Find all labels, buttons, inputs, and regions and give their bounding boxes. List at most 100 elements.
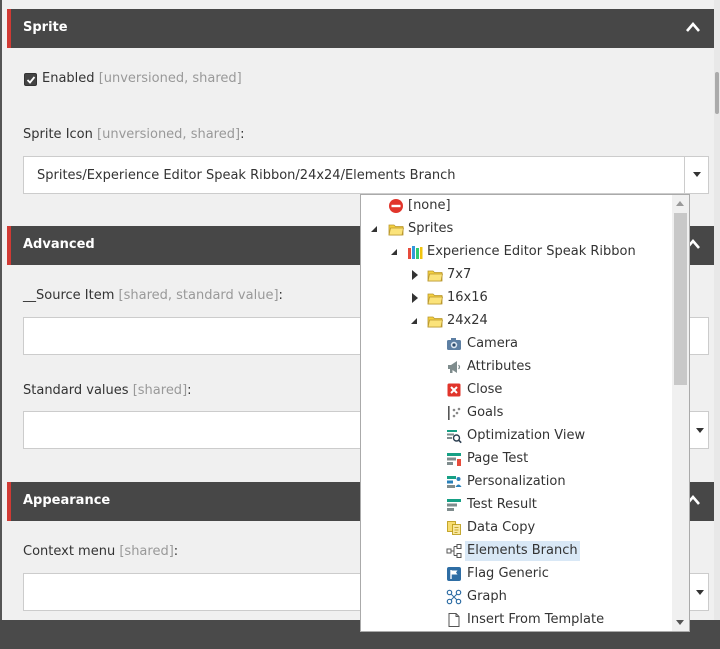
- expand-toggle-icon[interactable]: [391, 249, 397, 255]
- tree-item-label: Camera: [467, 336, 519, 351]
- tree-item-camera[interactable]: Camera: [361, 333, 671, 355]
- enabled-checkbox[interactable]: [24, 73, 37, 86]
- expand-toggle-icon[interactable]: [411, 318, 417, 324]
- tree-item-optimization-view[interactable]: Optimization View: [361, 425, 671, 447]
- collapse-toggle-icon[interactable]: [412, 293, 418, 303]
- insert-from-template-icon: [448, 613, 460, 627]
- folder-icon: [427, 293, 443, 305]
- camera-icon: [447, 338, 461, 350]
- tree-item-label: Experience Editor Speak Ribbon: [427, 244, 636, 259]
- label-colon: :: [278, 288, 283, 303]
- tree-item-16x16[interactable]: 16x16: [361, 287, 671, 309]
- tree-item-experience-editor-speak-ribbon[interactable]: Experience Editor Speak Ribbon: [361, 241, 671, 263]
- collapse-toggle-icon[interactable]: [412, 270, 418, 280]
- folder-icon: [427, 316, 443, 328]
- tree-item-test-result[interactable]: Test Result: [361, 494, 671, 516]
- page-scrollbar-thumb[interactable]: [715, 72, 719, 114]
- close-icon: [447, 383, 461, 397]
- scroll-down-arrow-icon[interactable]: [676, 620, 684, 625]
- sprite-icon-meta: [unversioned, shared]: [97, 127, 241, 142]
- caret-down-icon: [693, 172, 701, 177]
- page-scrollbar[interactable]: [714, 0, 720, 620]
- source-item-label-text: __Source Item: [23, 288, 115, 303]
- optimization-view-icon: [447, 430, 462, 444]
- crayons-icon: [408, 246, 423, 259]
- personalization-icon: [447, 476, 462, 488]
- page-test-icon: [447, 453, 461, 466]
- chevron-up-icon[interactable]: [686, 22, 700, 32]
- tree-item-graph[interactable]: Graph: [361, 586, 671, 608]
- standard-values-meta: [shared]: [132, 383, 188, 398]
- no-entry-icon: [389, 199, 403, 213]
- sprite-icon-value: Sprites/Experience Editor Speak Ribbon/2…: [37, 168, 456, 183]
- test-result-icon: [447, 499, 461, 511]
- dropdown-scrollbar-thumb[interactable]: [674, 213, 687, 385]
- tree-item-close[interactable]: Close: [361, 379, 671, 401]
- folder-icon: [427, 270, 443, 282]
- tree-item-goals[interactable]: Goals: [361, 402, 671, 424]
- sprite-icon-dropdown[interactable]: [none] Sprites Experience Editor Speak R…: [360, 194, 690, 632]
- tree-item-7x7[interactable]: 7x7: [361, 264, 671, 286]
- label-colon: :: [187, 383, 192, 398]
- section-title: Sprite: [23, 20, 68, 35]
- tree-item-label: Graph: [467, 589, 507, 604]
- tree-item-label: Attributes: [467, 359, 532, 374]
- select-arrow-button[interactable]: [684, 157, 708, 193]
- caret-down-icon[interactable]: [696, 590, 704, 595]
- tree-item-label: Elements Branch: [465, 541, 580, 561]
- checkmark-icon: [26, 76, 36, 84]
- folder-icon: [388, 224, 404, 236]
- tree-item-label: Sprites: [408, 221, 454, 236]
- tree-item-label: [none]: [408, 198, 451, 213]
- tree-item-label: 7x7: [447, 267, 472, 282]
- caret-down-icon[interactable]: [696, 428, 704, 433]
- standard-values-label: Standard values [shared]:: [23, 383, 192, 398]
- source-item-meta: [shared, standard value]: [118, 288, 279, 303]
- sprite-icon-label-text: Sprite Icon: [23, 127, 93, 142]
- section-header-sprite[interactable]: Sprite: [7, 9, 714, 48]
- tree-item-label: Goals: [467, 405, 504, 420]
- enabled-meta: [unversioned, shared]: [98, 71, 242, 86]
- tree-item-label: 24x24: [447, 313, 488, 328]
- enabled-label-text: Enabled: [42, 71, 95, 86]
- tree-item-label: Flag Generic: [467, 566, 549, 581]
- tree-item-label: Personalization: [467, 474, 566, 489]
- elements-branch-icon: [446, 544, 462, 558]
- tree-item-page-test[interactable]: Page Test: [361, 448, 671, 470]
- sprite-icon-select[interactable]: Sprites/Experience Editor Speak Ribbon/2…: [23, 156, 709, 194]
- tree-item-label: Page Test: [467, 451, 529, 466]
- tree-item-label: Data Copy: [467, 520, 536, 535]
- tree-item-attributes[interactable]: Attributes: [361, 356, 671, 378]
- graph-icon: [446, 589, 462, 605]
- section-title: Advanced: [23, 237, 95, 252]
- tree-item-label: Insert From Template: [467, 612, 605, 627]
- flag-generic-icon: [447, 567, 461, 581]
- data-copy-icon: [447, 521, 461, 535]
- tree-item-label: Close: [467, 382, 503, 397]
- tree-item-label: 16x16: [447, 290, 488, 305]
- expand-toggle-icon[interactable]: [371, 226, 377, 232]
- outer-left-strip: [0, 0, 2, 649]
- enabled-label: Enabled [unversioned, shared]: [42, 71, 242, 86]
- tree-item-24x24[interactable]: 24x24: [361, 310, 671, 332]
- tree-item-none[interactable]: [none]: [361, 195, 671, 217]
- megaphone-icon: [448, 361, 461, 373]
- context-menu-label: Context menu [shared]:: [23, 544, 178, 559]
- tree-item-data-copy[interactable]: Data Copy: [361, 517, 671, 539]
- tree-item-flag-generic[interactable]: Flag Generic: [361, 563, 671, 585]
- tree-item-personalization[interactable]: Personalization: [361, 471, 671, 493]
- label-colon: :: [173, 544, 179, 559]
- tree-item-insert-from-template[interactable]: Insert From Template: [361, 609, 671, 631]
- tree-item-label: Optimization View: [467, 428, 586, 443]
- context-menu-meta: [shared]: [119, 544, 174, 559]
- source-item-label: __Source Item [shared, standard value]:: [23, 288, 283, 303]
- tree-item-sprites[interactable]: Sprites: [361, 218, 671, 240]
- goals-icon: [448, 406, 461, 420]
- dropdown-scrollbar[interactable]: [672, 195, 689, 631]
- context-menu-label-text: Context menu: [23, 544, 116, 559]
- sprite-icon-label: Sprite Icon [unversioned, shared]:: [23, 127, 244, 142]
- scroll-up-arrow-icon[interactable]: [676, 201, 684, 206]
- standard-values-label-text: Standard values: [23, 383, 129, 398]
- tree-item-label: Test Result: [467, 497, 537, 512]
- tree-item-elements-branch[interactable]: Elements Branch: [361, 540, 671, 562]
